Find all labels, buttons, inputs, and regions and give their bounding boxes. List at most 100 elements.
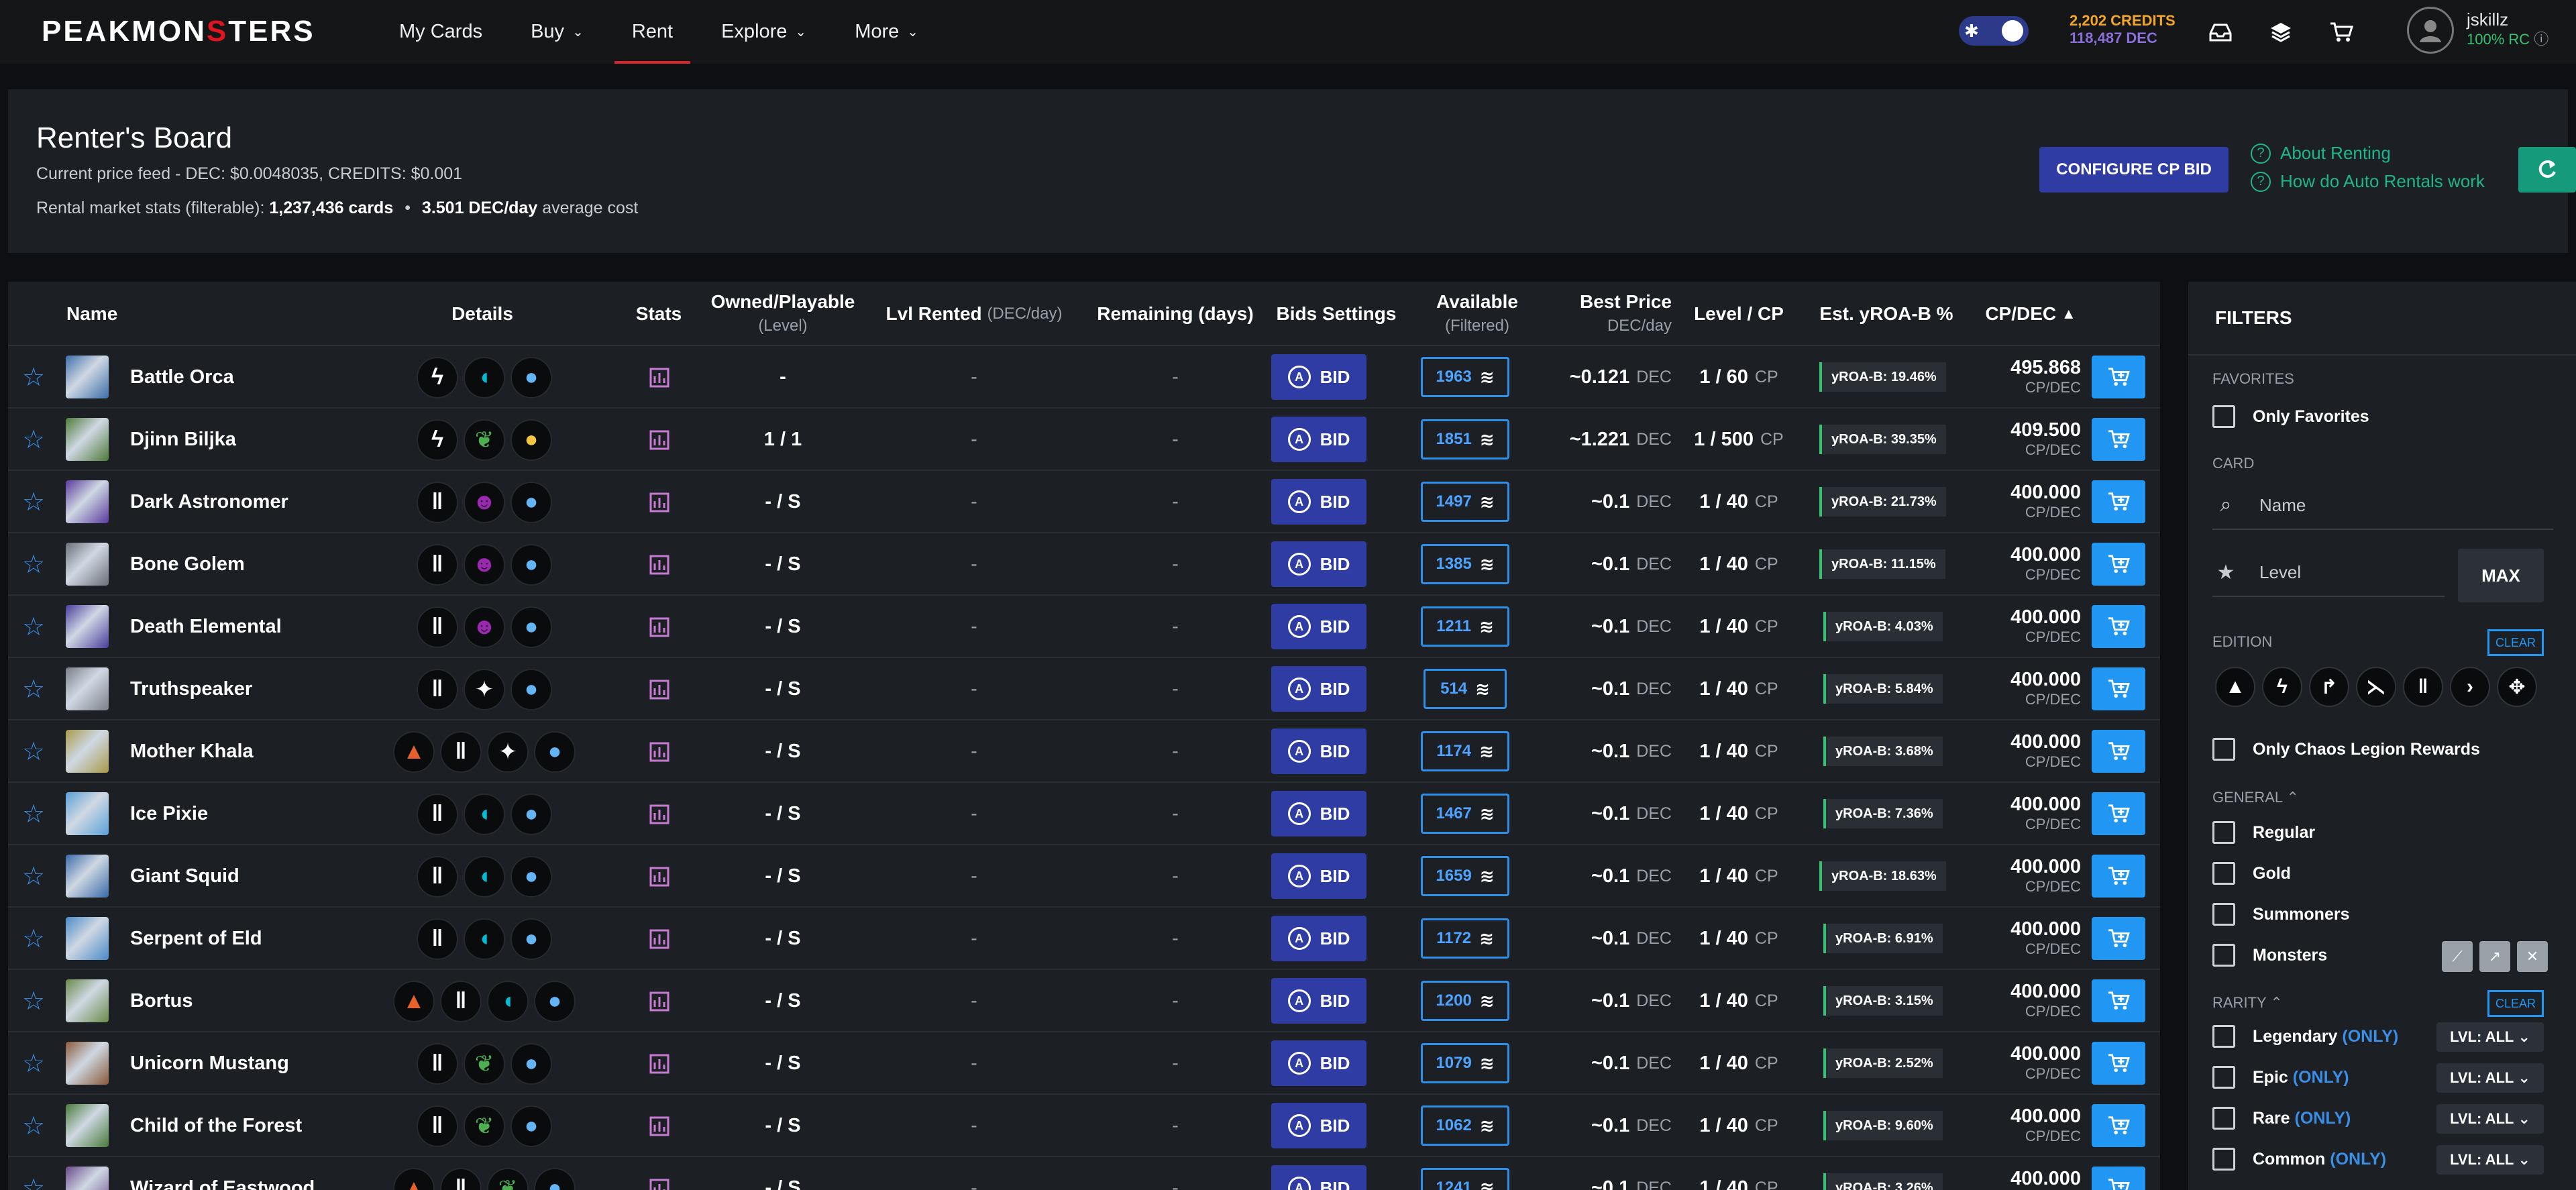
available-count-button[interactable]: 1172 ≋	[1421, 918, 1509, 959]
favorite-star-icon[interactable]: ☆	[20, 1157, 47, 1190]
card-thumbnail[interactable]	[66, 730, 109, 773]
stats-icon[interactable]	[644, 783, 675, 845]
card-thumbnail[interactable]	[66, 1104, 109, 1147]
card-thumbnail[interactable]	[66, 792, 109, 835]
card-name[interactable]: Bone Golem	[130, 533, 245, 596]
stats-icon[interactable]	[644, 409, 675, 471]
rent-cart-button[interactable]	[2092, 1167, 2145, 1190]
bid-button[interactable]: A BID	[1271, 354, 1366, 400]
rarity-level-select[interactable]: LVL: ALL ⌄	[2436, 1145, 2544, 1175]
only-link[interactable]: (ONLY)	[2330, 1150, 2386, 1169]
bid-button[interactable]: A BID	[1271, 479, 1366, 525]
bid-button[interactable]: A BID	[1271, 604, 1366, 649]
rent-cart-button[interactable]	[2092, 480, 2145, 523]
rarity-checkbox-legendary[interactable]: Legendary (ONLY)	[2212, 1025, 2398, 1048]
beta-edition-icon[interactable]: ϟ	[2262, 667, 2302, 707]
card-name[interactable]: Ice Pixie	[130, 783, 208, 845]
card-thumbnail[interactable]	[66, 543, 109, 586]
about-renting-link[interactable]: ? About Renting	[2251, 143, 2391, 164]
col-remaining[interactable]: Remaining (days)	[1081, 282, 1269, 346]
card-thumbnail[interactable]	[66, 917, 109, 960]
stats-icon[interactable]	[644, 658, 675, 720]
col-available[interactable]: Available (Filtered)	[1410, 282, 1544, 346]
available-count-button[interactable]: 1174 ≋	[1421, 731, 1509, 771]
layers-icon[interactable]	[2267, 19, 2294, 46]
card-thumbnail[interactable]	[66, 855, 109, 898]
rent-cart-button[interactable]	[2092, 855, 2145, 898]
rent-cart-button[interactable]	[2092, 792, 2145, 835]
card-name[interactable]: Giant Squid	[130, 845, 239, 908]
rent-cart-button[interactable]	[2092, 979, 2145, 1022]
nav-rent[interactable]: Rent	[614, 0, 691, 64]
auto-rentals-link[interactable]: ? How do Auto Rentals work	[2251, 171, 2485, 192]
only-link[interactable]: (ONLY)	[2293, 1068, 2349, 1087]
rarity-checkbox-common[interactable]: Common (ONLY)	[2212, 1148, 2386, 1171]
card-thumbnail[interactable]	[66, 418, 109, 461]
rarity-label[interactable]: RARITY ⌃	[2212, 994, 2283, 1012]
available-count-button[interactable]: 1241 ≋	[1421, 1168, 1509, 1190]
col-yroa[interactable]: Est. yROA-B %	[1813, 282, 1960, 346]
bid-button[interactable]: A BID	[1271, 916, 1366, 961]
rent-cart-button[interactable]	[2092, 1042, 2145, 1085]
card-name[interactable]: Mother Khala	[130, 720, 254, 783]
nav-more[interactable]: More ⌄	[855, 0, 918, 64]
card-thumbnail[interactable]	[66, 667, 109, 710]
avatar[interactable]	[2407, 7, 2454, 54]
stats-icon[interactable]	[644, 1095, 675, 1157]
rarity-level-select[interactable]: LVL: ALL ⌄	[2436, 1104, 2544, 1134]
card-name[interactable]: Dark Astronomer	[130, 471, 288, 533]
favorite-star-icon[interactable]: ☆	[20, 970, 47, 1032]
only-favorites-checkbox[interactable]: Only Favorites	[2212, 405, 2369, 428]
reward-edition-icon[interactable]: ⋋	[2356, 667, 2396, 707]
stats-icon[interactable]	[644, 845, 675, 908]
chaos-edition-icon[interactable]: ‖	[2403, 667, 2443, 707]
stats-icon[interactable]	[644, 596, 675, 658]
bid-button[interactable]: A BID	[1271, 791, 1366, 836]
bid-button[interactable]: A BID	[1271, 978, 1366, 1024]
card-name[interactable]: Wizard of Eastwood	[130, 1157, 315, 1190]
rent-cart-button[interactable]	[2092, 605, 2145, 648]
untamed-edition-icon[interactable]: ›	[2450, 667, 2490, 707]
card-name[interactable]: Bortus	[130, 970, 193, 1032]
rarity-level-select[interactable]: LVL: ALL ⌄	[2436, 1022, 2544, 1052]
card-thumbnail[interactable]	[66, 480, 109, 523]
favorite-star-icon[interactable]: ☆	[20, 346, 47, 409]
nav-buy[interactable]: Buy ⌄	[531, 0, 584, 64]
favorite-star-icon[interactable]: ☆	[20, 409, 47, 471]
bid-button[interactable]: A BID	[1271, 541, 1366, 587]
available-count-button[interactable]: 1851 ≋	[1421, 419, 1509, 459]
rent-cart-button[interactable]	[2092, 917, 2145, 960]
col-level-cp[interactable]: Level / CP	[1685, 282, 1792, 346]
summoners-checkbox[interactable]: Summoners	[2212, 903, 2349, 926]
alpha-edition-icon[interactable]: ▲	[2215, 667, 2255, 707]
favorite-star-icon[interactable]: ☆	[20, 720, 47, 783]
rent-cart-button[interactable]	[2092, 730, 2145, 773]
dice-edition-icon[interactable]: ✥	[2497, 667, 2537, 707]
card-thumbnail[interactable]	[66, 605, 109, 648]
card-name[interactable]: Unicorn Mustang	[130, 1032, 289, 1095]
name-filter-input[interactable]: ⌕ Name	[2212, 482, 2553, 530]
card-name[interactable]: Truthspeaker	[130, 658, 252, 720]
available-count-button[interactable]: 1079 ≋	[1421, 1043, 1509, 1083]
user-info[interactable]: jskillz 100% RC ⓘ	[2467, 9, 2548, 50]
available-count-button[interactable]: 1963 ≋	[1421, 357, 1509, 397]
stats-icon[interactable]	[644, 970, 675, 1032]
favorite-star-icon[interactable]: ☆	[20, 596, 47, 658]
ranged-type-icon[interactable]: ↗	[2479, 941, 2510, 972]
stats-icon[interactable]	[644, 1032, 675, 1095]
bid-button[interactable]: A BID	[1271, 1040, 1366, 1086]
favorite-star-icon[interactable]: ☆	[20, 908, 47, 970]
regular-checkbox[interactable]: Regular	[2212, 821, 2315, 844]
monsters-checkbox[interactable]: Monsters	[2212, 944, 2327, 967]
level-filter-input[interactable]: ★ Level	[2212, 549, 2445, 597]
max-level-button[interactable]: MAX	[2458, 549, 2544, 602]
only-chaos-rewards-checkbox[interactable]: Only Chaos Legion Rewards	[2212, 738, 2480, 761]
bid-button[interactable]: A BID	[1271, 728, 1366, 774]
inbox-icon[interactable]	[2207, 19, 2234, 46]
bid-button[interactable]: A BID	[1271, 1103, 1366, 1148]
col-lvl-rented[interactable]: Lvl Rented (DEC/day)	[873, 282, 1075, 346]
rarity-checkbox-rare[interactable]: Rare (ONLY)	[2212, 1107, 2351, 1130]
theme-toggle[interactable]: ✱	[1959, 16, 2029, 46]
available-count-button[interactable]: 1062 ≋	[1421, 1105, 1509, 1146]
col-cpdec[interactable]: CP/DEC ▲	[1974, 282, 2088, 346]
